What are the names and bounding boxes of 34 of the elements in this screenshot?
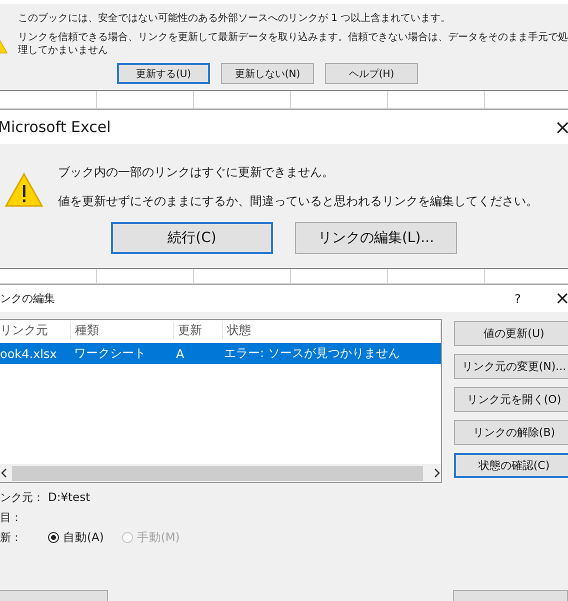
scroll-left-icon[interactable] — [0, 468, 8, 478]
column-header[interactable]: 更新 — [174, 322, 223, 339]
message-text: リンクを信頼できる場合、リンクを更新して最新データを取り込みます。信頼できない場合は、データをそのまま手元で処理してかまいません — [18, 31, 568, 57]
message-text: 値を更新せずにそのままにするか、間違っていると思われるリンクを編集してください。 — [58, 193, 538, 210]
message-text: ブック内の一部のリンクはすぐに更新できません。 — [58, 164, 335, 181]
column-header[interactable]: 種類 — [71, 322, 174, 339]
radio-button[interactable] — [48, 532, 59, 542]
dialog-button[interactable]: リンクの編集(L)... — [295, 222, 457, 254]
dialog-button[interactable]: リンク元の変更(N)... — [454, 354, 568, 379]
dialog-button[interactable]: ヘルプ(H) — [325, 63, 418, 84]
dialog-button[interactable]: リンクの解除(B) — [454, 420, 568, 445]
message-text: このブックには、安全ではない可能性のある外部ソースへのリンクが 1 つ以上含まれています。 — [18, 12, 452, 25]
close-button[interactable]: × — [554, 115, 568, 139]
dialog-button[interactable]: 更新しない(N) — [221, 63, 314, 84]
warning-icon — [4, 172, 44, 208]
field-value: D:¥test — [48, 490, 90, 504]
option-label[interactable]: 自動(A) — [63, 530, 104, 544]
field-label: 新： — [0, 530, 23, 544]
dialog-button[interactable]: 更新する(U) — [117, 63, 210, 84]
field-label: 目： — [0, 510, 23, 524]
dialog-button[interactable]: リンク元を開く(O) — [454, 387, 568, 412]
dialog-button[interactable]: 続行(C) — [111, 222, 273, 254]
link-list[interactable]: リンク元 種類 更新 状態 ook4.xlsx ワークシート A エラー: ソースが見つかりません — [0, 319, 442, 483]
field-label: ンク元： — [0, 490, 45, 504]
scrollbar-thumb[interactable] — [12, 466, 423, 480]
scroll-right-icon[interactable] — [433, 468, 441, 478]
help-button[interactable]: ? — [514, 292, 521, 306]
list-row[interactable]: ook4.xlsx ワークシート A エラー: ソースが見つかりません — [0, 343, 441, 364]
dialog-button[interactable]: 状態の確認(C) — [454, 453, 568, 478]
close-button[interactable]: × — [554, 288, 568, 309]
column-header[interactable]: 状態 — [223, 322, 441, 339]
window-title: ンクの編集 — [0, 291, 56, 306]
column-header[interactable]: リンク元 — [0, 322, 71, 339]
dialog-button[interactable]: 値の更新(U) — [454, 321, 568, 346]
